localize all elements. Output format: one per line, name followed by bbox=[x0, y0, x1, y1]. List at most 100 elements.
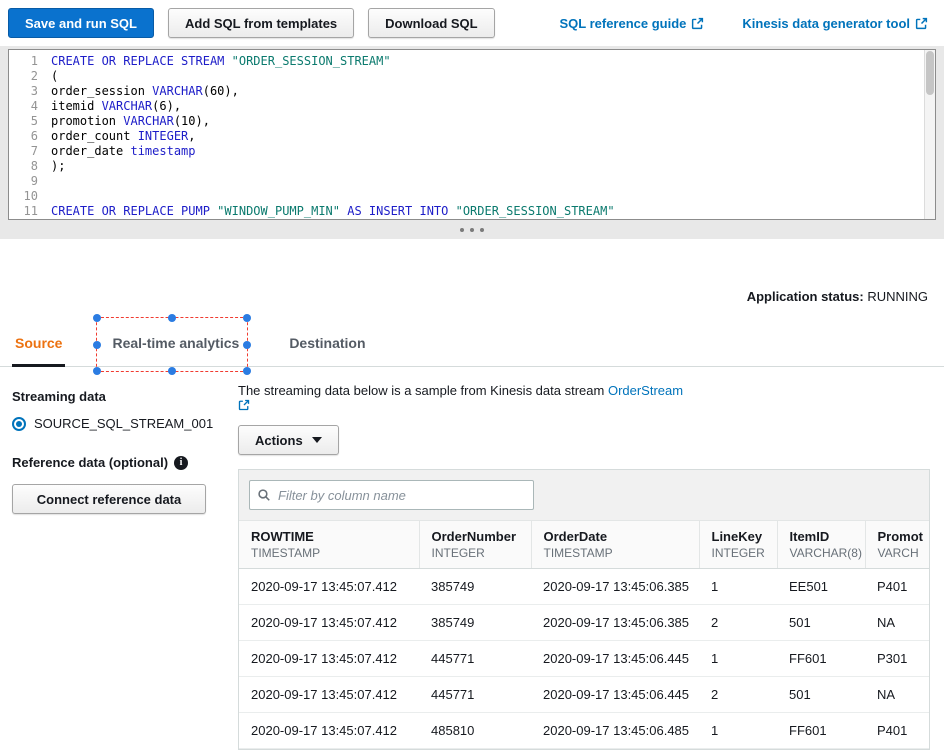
tab-destination[interactable]: Destination bbox=[286, 322, 368, 367]
line-number: 3 bbox=[30, 84, 38, 98]
line-number: 10 bbox=[23, 189, 38, 203]
tab-bar: Source Real-time analytics Destination bbox=[0, 314, 944, 375]
code-line: CREATE OR REPLACE PUMP "WINDOW_PUMP_MIN"… bbox=[51, 204, 615, 218]
table-row: 2020-09-17 13:45:07.412 385749 2020-09-17 … bbox=[239, 568, 929, 605]
selection-handle bbox=[243, 314, 251, 322]
tab-real-time-analytics[interactable]: Real-time analytics bbox=[109, 322, 242, 367]
sql-editor-band: 1 2 3 4 5 6 7 8 9 10 11 CREATE OR REPLACE STREAM "… bbox=[0, 46, 944, 239]
chevron-down-icon bbox=[311, 437, 322, 443]
kinesis-data-generator-tool-link[interactable]: Kinesis data generator tool bbox=[742, 16, 928, 31]
code-line: itemid VARCHAR(6), bbox=[51, 99, 182, 113]
actions-label: Actions bbox=[255, 432, 303, 448]
table-row: 2020-09-17 13:45:07.412 445771 2020-09-17 … bbox=[239, 640, 929, 677]
table-cell: 2 bbox=[699, 604, 777, 641]
table-cell: 1 bbox=[699, 640, 777, 677]
code-line: order_date timestamp bbox=[51, 144, 196, 158]
table-row: 2020-09-17 13:45:07.412 485810 2020-09-17 … bbox=[239, 712, 929, 749]
code-area[interactable]: CREATE OR REPLACE STREAM "ORDER_SESSION_… bbox=[45, 50, 935, 219]
selection-handle bbox=[168, 314, 176, 322]
table-filter-row bbox=[239, 470, 929, 520]
sql-toolbar: Save and run SQL Add SQL from templates … bbox=[0, 0, 944, 46]
table-cell: 1 bbox=[699, 568, 777, 605]
table-cell: 2020-09-17 13:45:06.385 bbox=[531, 604, 699, 641]
table-cell: 2020-09-17 13:45:06.445 bbox=[531, 676, 699, 713]
table-cell: 501 bbox=[777, 676, 865, 713]
table-cell: 1 bbox=[699, 712, 777, 749]
line-number: 2 bbox=[30, 69, 38, 83]
line-number: 7 bbox=[30, 144, 38, 158]
editor-vertical-scrollbar[interactable] bbox=[924, 50, 935, 219]
order-stream-link[interactable]: OrderStream bbox=[608, 383, 683, 398]
search-icon bbox=[257, 488, 271, 505]
editor-resize-handle[interactable] bbox=[8, 220, 936, 239]
external-link-icon[interactable] bbox=[238, 399, 930, 411]
info-icon[interactable]: i bbox=[174, 455, 189, 470]
sql-reference-guide-label: SQL reference guide bbox=[559, 15, 687, 31]
sample-data-table: ROWTIME TIMESTAMP OrderNumber INTEGER OrderD… bbox=[239, 520, 929, 749]
table-cell: 385749 bbox=[419, 568, 531, 605]
table-cell: P301 bbox=[865, 640, 929, 677]
application-status: Application status: RUNNING bbox=[0, 289, 944, 304]
sql-code-editor[interactable]: 1 2 3 4 5 6 7 8 9 10 11 CREATE OR REPLACE STREAM "… bbox=[8, 49, 936, 220]
table-row: 2020-09-17 13:45:07.412 445771 2020-09-17 … bbox=[239, 676, 929, 713]
table-cell: 445771 bbox=[419, 640, 531, 677]
kinesis-data-generator-label: Kinesis data generator tool bbox=[742, 15, 910, 31]
column-header-itemid[interactable]: ItemID VARCHAR(8) bbox=[776, 520, 865, 569]
column-header-promot[interactable]: Promot VARCH bbox=[864, 520, 929, 569]
table-header-row: ROWTIME TIMESTAMP OrderNumber INTEGER OrderD… bbox=[239, 520, 929, 569]
table-cell: P401 bbox=[865, 712, 929, 749]
table-cell: 385749 bbox=[419, 604, 531, 641]
connect-reference-data-button[interactable]: Connect reference data bbox=[12, 484, 206, 514]
radio-selected-icon[interactable] bbox=[12, 416, 26, 431]
column-header-rowtime[interactable]: ROWTIME TIMESTAMP bbox=[239, 520, 419, 569]
sample-description-text: The streaming data below is a sample fro… bbox=[238, 383, 608, 398]
add-sql-from-templates-button[interactable]: Add SQL from templates bbox=[167, 8, 355, 38]
stream-radio-option[interactable]: SOURCE_SQL_STREAM_001 bbox=[12, 416, 238, 431]
table-cell: P401 bbox=[865, 568, 929, 605]
table-row: 2020-09-17 13:45:07.412 385749 2020-09-17 … bbox=[239, 604, 929, 641]
column-header-ordernumber[interactable]: OrderNumber INTEGER bbox=[418, 520, 531, 569]
streaming-sample-panel: The streaming data below is a sample fro… bbox=[238, 381, 930, 750]
source-tab-content: Streaming data SOURCE_SQL_STREAM_001 Ref… bbox=[0, 367, 944, 750]
selection-handle bbox=[93, 340, 101, 349]
selection-handle bbox=[93, 314, 101, 322]
download-sql-button[interactable]: Download SQL bbox=[368, 8, 495, 38]
code-line: ); bbox=[51, 159, 66, 173]
line-number: 6 bbox=[30, 129, 38, 143]
line-number: 5 bbox=[30, 114, 38, 128]
table-cell: 2 bbox=[699, 676, 777, 713]
sql-reference-guide-link[interactable]: SQL reference guide bbox=[559, 16, 704, 31]
save-and-run-sql-button[interactable]: Save and run SQL bbox=[8, 8, 154, 38]
code-line: order_count INTEGER, bbox=[51, 129, 196, 143]
filter-by-column-input[interactable] bbox=[249, 480, 534, 510]
table-cell: 2020-09-17 13:45:07.412 bbox=[239, 640, 419, 677]
table-cell: 2020-09-17 13:45:06.445 bbox=[531, 640, 699, 677]
stream-option-label: SOURCE_SQL_STREAM_001 bbox=[34, 416, 214, 431]
reference-data-label: Reference data (optional) bbox=[12, 455, 169, 470]
table-cell: FF601 bbox=[777, 712, 865, 749]
actions-dropdown-button[interactable]: Actions bbox=[238, 425, 339, 455]
line-number: 8 bbox=[30, 159, 38, 173]
column-header-linekey[interactable]: LineKey INTEGER bbox=[698, 520, 777, 569]
table-cell: 2020-09-17 13:45:07.412 bbox=[239, 676, 419, 713]
tab-source[interactable]: Source bbox=[12, 322, 66, 367]
table-cell: 2020-09-17 13:45:06.485 bbox=[531, 712, 699, 749]
table-cell: NA bbox=[865, 604, 929, 641]
code-line: promotion VARCHAR(10), bbox=[51, 114, 210, 128]
column-header-orderdate[interactable]: OrderDate TIMESTAMP bbox=[530, 520, 699, 569]
source-sidebar: Streaming data SOURCE_SQL_STREAM_001 Ref… bbox=[12, 381, 238, 750]
table-cell: 445771 bbox=[419, 676, 531, 713]
code-line: order_session VARCHAR(60), bbox=[51, 84, 239, 98]
scrollbar-thumb[interactable] bbox=[926, 51, 934, 95]
line-number: 9 bbox=[30, 174, 38, 188]
table-cell: FF601 bbox=[777, 640, 865, 677]
table-cell: 485810 bbox=[419, 712, 531, 749]
sample-description: The streaming data below is a sample fro… bbox=[238, 383, 930, 411]
table-cell: NA bbox=[865, 676, 929, 713]
line-number: 11 bbox=[23, 204, 38, 218]
table-body: 2020-09-17 13:45:07.412 385749 2020-09-17 … bbox=[239, 568, 929, 749]
reference-data-heading: Reference data (optional) i bbox=[12, 455, 238, 470]
table-cell: 2020-09-17 13:45:07.412 bbox=[239, 712, 419, 749]
table-cell: 2020-09-17 13:45:07.412 bbox=[239, 604, 419, 641]
